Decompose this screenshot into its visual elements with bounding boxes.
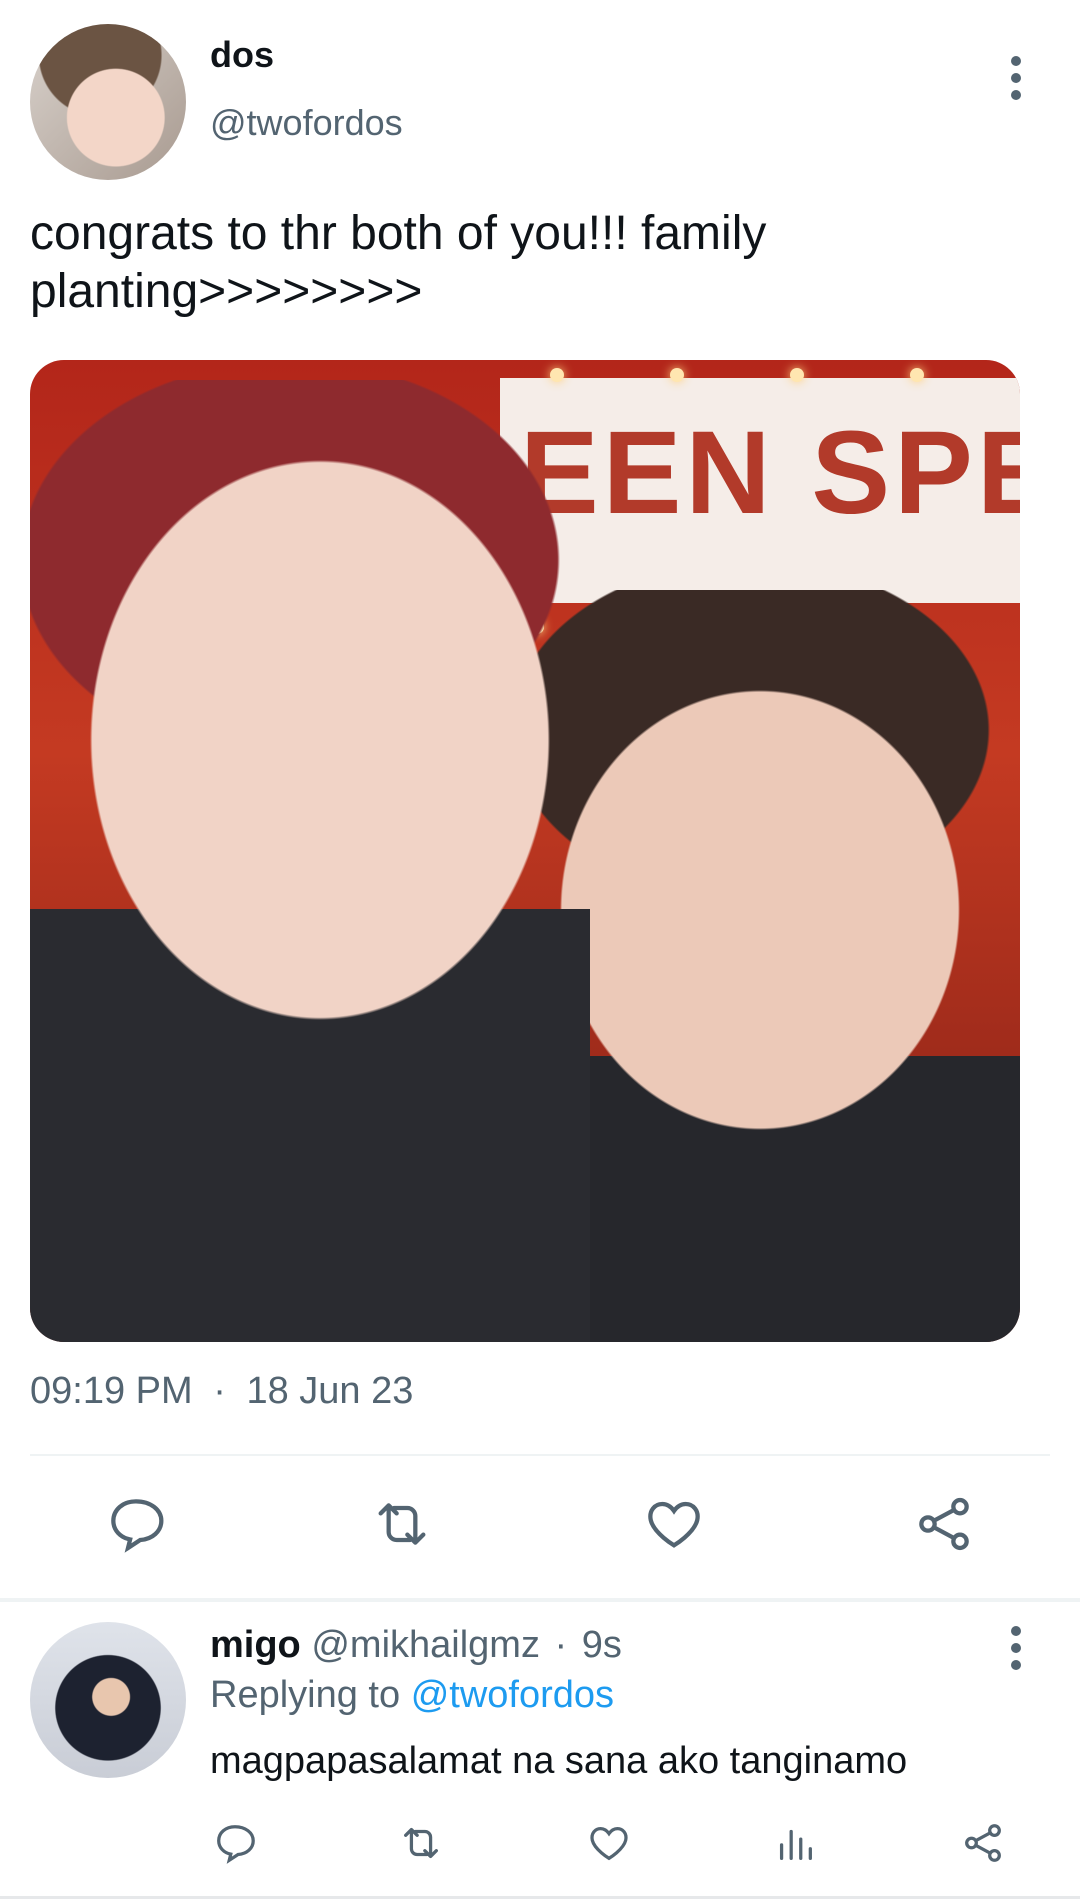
reply-more-options-icon[interactable] [1010,1626,1022,1670]
analytics-icon [779,1829,812,1860]
reply-text: magpapasalamat na sana ako tanginamo [210,1740,908,1782]
reply-time: 9s [581,1624,622,1666]
reply-author-handle[interactable]: @mikhailgmz [311,1624,540,1666]
reply-separator: · [554,1624,568,1666]
author-name[interactable]: dos [210,34,274,76]
retweet-icon [404,1827,438,1859]
reply-share-button[interactable] [960,1820,1006,1866]
share-button[interactable] [912,1492,976,1556]
tweet-time: 09:19 PM [30,1370,193,1412]
divider [30,1454,1050,1456]
retweet-button[interactable] [370,1492,434,1556]
reply-icon [111,1499,164,1553]
author-avatar[interactable] [30,24,186,180]
reply-reply-button[interactable] [212,1820,258,1866]
photo-person-left [30,380,590,1342]
reply-author-name[interactable]: migo [210,1624,301,1666]
like-button[interactable] [642,1492,706,1556]
tweet-date: 18 Jun 23 [246,1370,414,1412]
share-icon [965,1824,1001,1862]
replying-to: Replying to @twofordos [210,1674,614,1717]
reply-author-avatar[interactable] [30,1622,186,1778]
share-icon [919,1497,969,1551]
tweet-image[interactable]: EEN SPE [30,360,1020,1342]
retweet-icon [378,1503,426,1545]
reply-button[interactable] [104,1492,168,1556]
author-handle[interactable]: @twofordos [210,102,403,144]
section-separator [0,1598,1080,1602]
like-icon [648,1501,700,1548]
like-icon [590,1826,628,1861]
marquee-sign-text: EEN SPE [520,407,1020,539]
replying-prefix: Replying to [210,1674,401,1716]
reply-icon [217,1825,255,1864]
tweet-text: congrats to thr both of you!!! family pl… [30,207,767,318]
reply-header: migo @mikhailgmz · 9s [210,1624,622,1667]
replying-to-link[interactable]: @twofordos [411,1674,614,1716]
tweet-timestamp[interactable]: 09:19 PM · 18 Jun 23 [30,1370,413,1413]
reply-like-button[interactable] [586,1820,632,1866]
reply-retweet-button[interactable] [398,1820,444,1866]
more-options-icon[interactable] [1010,56,1022,100]
meta-separator: · [213,1370,226,1412]
reply-analytics-button[interactable] [772,1820,818,1866]
